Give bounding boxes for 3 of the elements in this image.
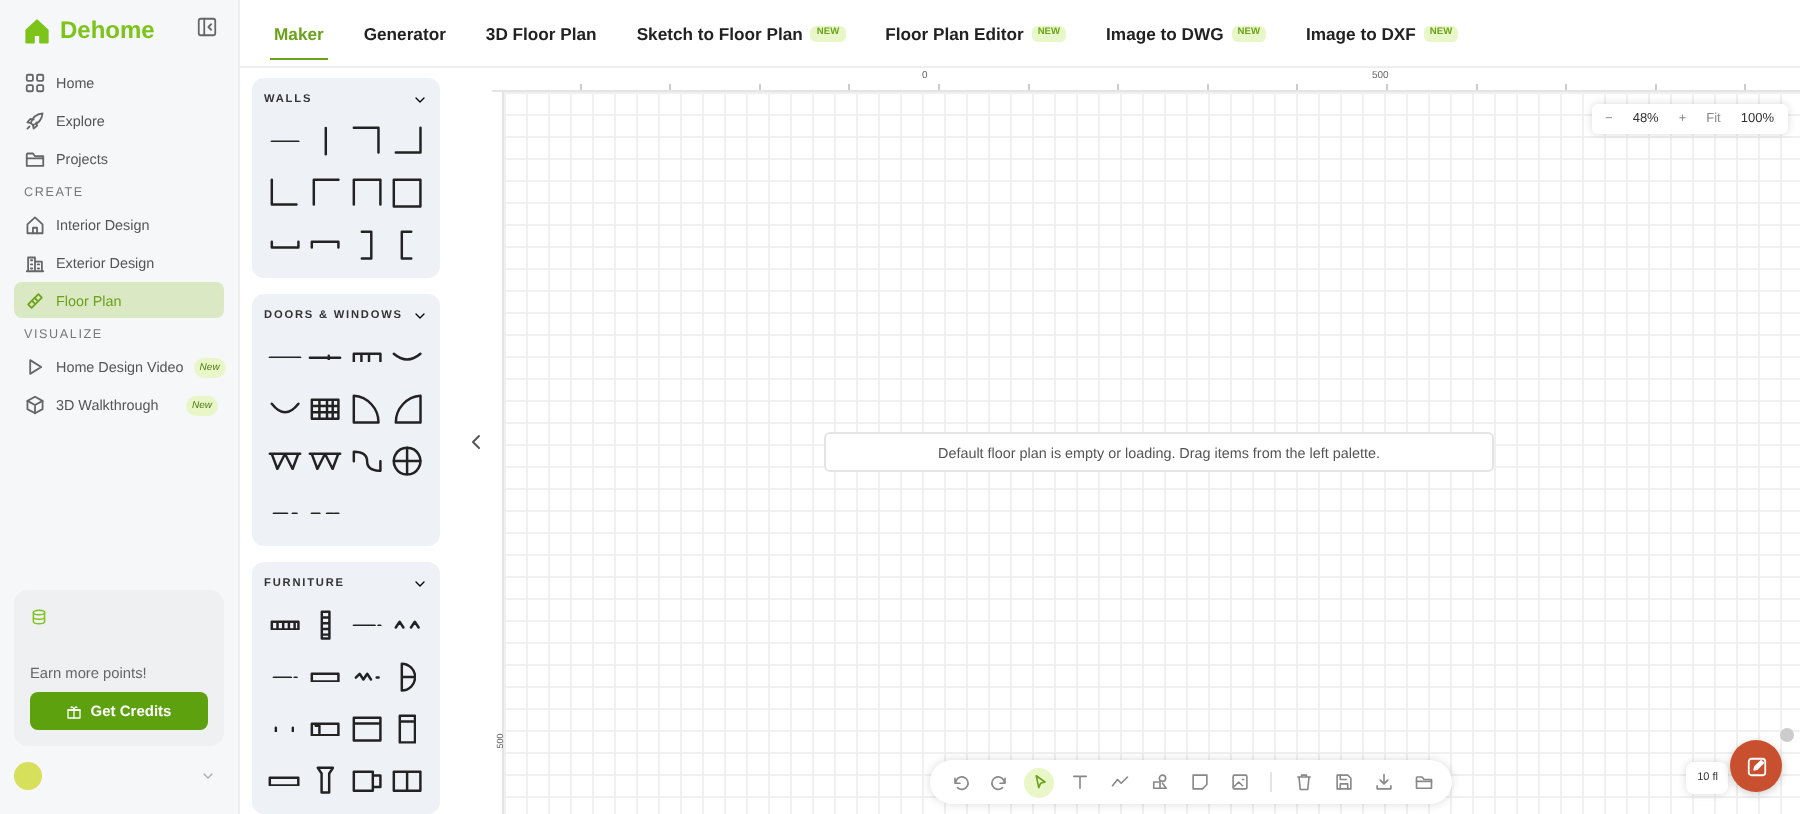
tab[interactable]: Generator <box>347 0 462 66</box>
brand-name: Dehome <box>60 16 155 44</box>
tab[interactable]: 3D Floor Plan <box>469 0 613 66</box>
